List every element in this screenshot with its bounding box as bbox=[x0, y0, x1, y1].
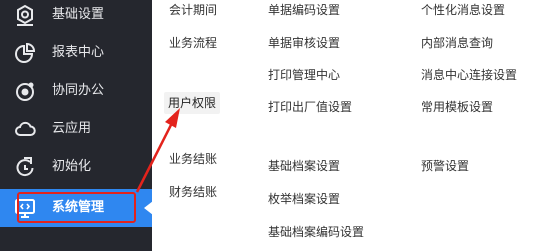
annotation-arrow bbox=[135, 108, 180, 193]
